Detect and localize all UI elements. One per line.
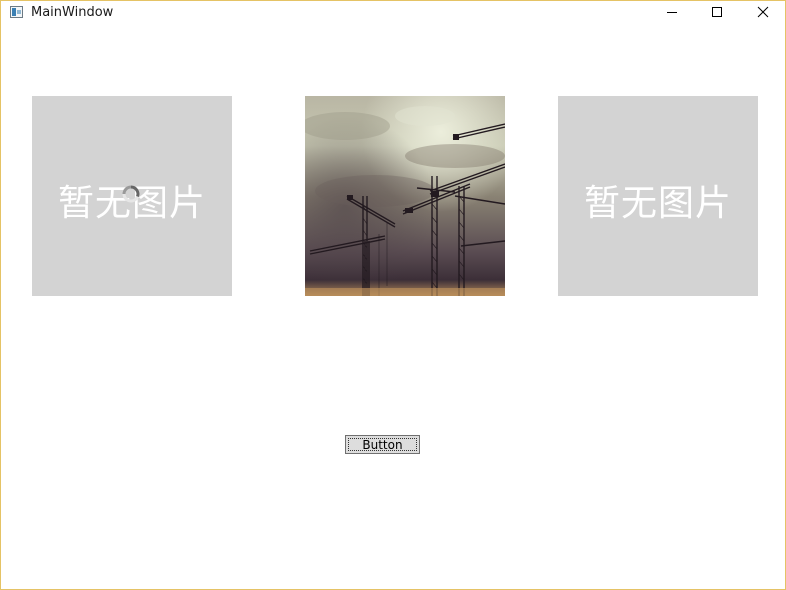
- app-icon: [10, 6, 23, 18]
- loading-spinner-icon: [122, 185, 140, 203]
- close-icon: [757, 6, 769, 18]
- minimize-icon: [667, 12, 677, 13]
- image-placeholder-right: 暂无图片: [558, 96, 758, 296]
- window-title: MainWindow: [31, 5, 114, 20]
- action-button[interactable]: Button: [345, 435, 420, 454]
- button-label: Button: [348, 438, 417, 452]
- crane-photo-image: [305, 96, 505, 296]
- close-button[interactable]: [740, 1, 786, 25]
- maximize-icon: [712, 7, 722, 17]
- main-window: MainWindow 暂无图片 暂无图片 Button: [0, 0, 786, 590]
- no-image-label: 暂无图片: [583, 183, 732, 224]
- maximize-button[interactable]: [694, 1, 740, 25]
- image-placeholder-left: 暂无图片: [32, 96, 232, 296]
- title-bar[interactable]: MainWindow: [1, 1, 785, 25]
- minimize-button[interactable]: [649, 1, 695, 25]
- crane-photo: [305, 96, 505, 296]
